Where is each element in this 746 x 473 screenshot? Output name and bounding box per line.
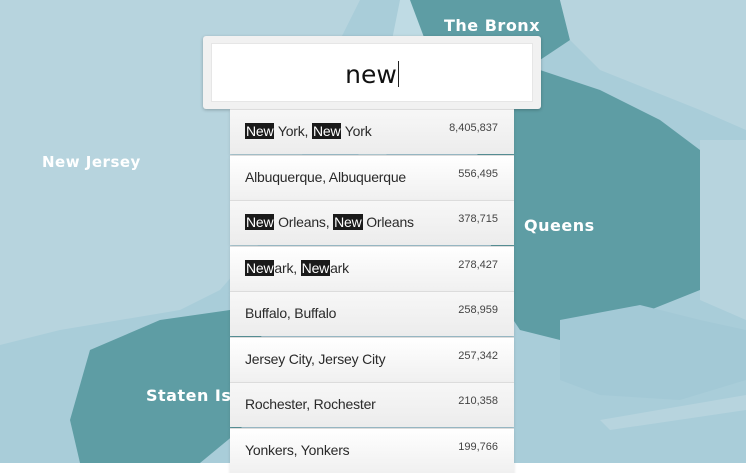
result-city-name: Yonkers, Yonkers xyxy=(245,441,350,458)
search-query-text: new xyxy=(345,60,397,89)
match-highlight: New xyxy=(300,259,331,276)
map-label-queens: Queens xyxy=(524,216,595,235)
result-name-part: Rochester, Rochester xyxy=(245,396,376,412)
result-city-name: New Orleans, New Orleans xyxy=(245,214,414,230)
map-label-bronx: The Bronx xyxy=(444,16,541,35)
result-city-name: New York, New York xyxy=(245,123,372,139)
result-population: 8,405,837 xyxy=(449,122,498,134)
result-city-name: Albuquerque, Albuquerque xyxy=(245,169,406,185)
map-label-new-jersey: New Jersey xyxy=(42,153,141,171)
result-name-part: Buffalo, Buffalo xyxy=(245,305,337,321)
match-highlight: New xyxy=(245,123,275,139)
result-name-part: York, xyxy=(274,123,312,139)
result-row[interactable]: Albuquerque, Albuquerque 556,495 xyxy=(230,154,514,200)
result-name-part: ark xyxy=(330,259,349,276)
result-row[interactable]: Rochester, Rochester 210,358 xyxy=(230,382,514,427)
result-row[interactable]: New York, New York 8,405,837 xyxy=(230,109,514,154)
long-island-land xyxy=(700,140,746,320)
result-population: 199,766 xyxy=(458,440,498,453)
match-highlight: New xyxy=(245,214,275,230)
result-name-part: ark, xyxy=(274,259,301,276)
result-name-part: Orleans xyxy=(362,214,414,230)
match-highlight: New xyxy=(311,123,342,139)
result-city-name: Rochester, Rochester xyxy=(245,396,376,412)
match-highlight: New xyxy=(333,214,363,230)
result-population: 257,342 xyxy=(458,349,498,362)
search-input[interactable]: new xyxy=(211,43,533,102)
result-population: 378,715 xyxy=(458,213,498,225)
result-city-name: Buffalo, Buffalo xyxy=(245,305,336,321)
result-row[interactable]: New Orleans, New Orleans 378,715 xyxy=(230,200,514,245)
result-row[interactable]: Buffalo, Buffalo 258,959 xyxy=(230,291,514,336)
result-population: 556,495 xyxy=(458,167,498,180)
result-population: 278,427 xyxy=(458,258,498,271)
search-input-value: new xyxy=(211,61,533,87)
result-row[interactable]: Yonkers, Yonkers 199,766 xyxy=(230,427,514,473)
match-highlight: New xyxy=(245,259,275,276)
results-list: New York, New York 8,405,837 Albuquerque, … xyxy=(230,109,514,473)
result-population: 258,959 xyxy=(458,304,498,316)
result-row[interactable]: Newark, Newark 278,427 xyxy=(230,245,514,291)
result-row[interactable]: Jersey City, Jersey City 257,342 xyxy=(230,336,514,382)
result-name-part: Yonkers, Yonkers xyxy=(245,441,350,458)
search-box: new xyxy=(203,36,541,109)
result-city-name: Jersey City, Jersey City xyxy=(245,350,386,367)
result-population: 210,358 xyxy=(458,395,498,407)
result-name-part: Albuquerque, Albuquerque xyxy=(245,168,407,185)
text-caret xyxy=(397,61,399,87)
result-name-part: York xyxy=(341,123,372,139)
result-name-part: Jersey City, Jersey City xyxy=(245,350,386,367)
result-city-name: Newark, Newark xyxy=(245,259,349,276)
result-name-part: Orleans, xyxy=(274,214,334,230)
